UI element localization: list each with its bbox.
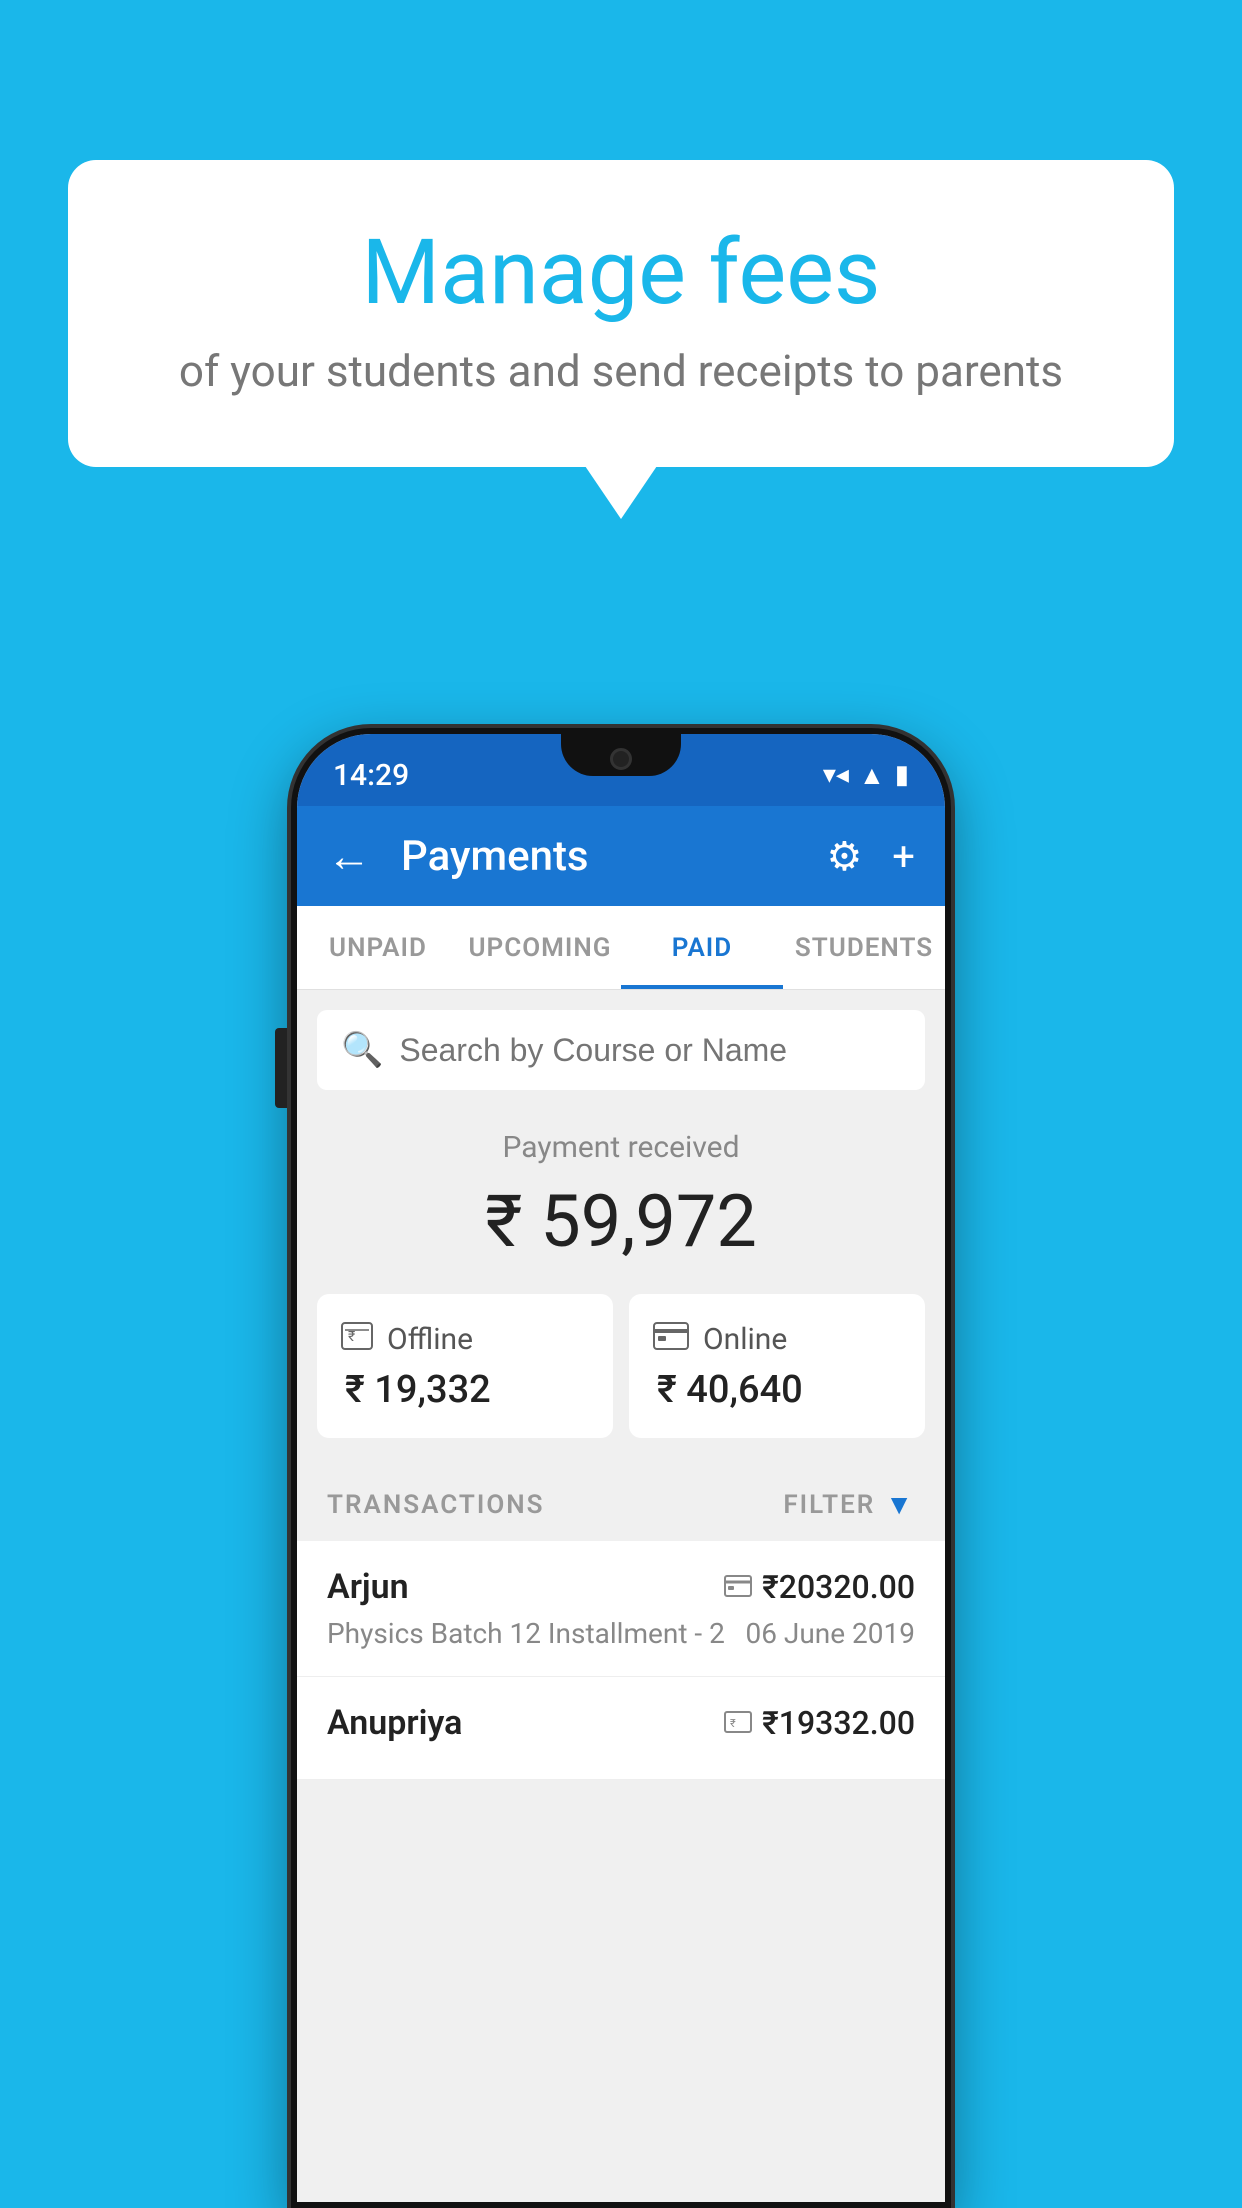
transactions-label: TRANSACTIONS: [327, 1490, 545, 1520]
filter-icon: ▼: [885, 1488, 915, 1521]
tab-students[interactable]: STUDENTS: [783, 906, 945, 989]
svg-text:₹: ₹: [730, 1717, 736, 1730]
online-label: Online: [703, 1322, 787, 1357]
search-bar[interactable]: 🔍: [317, 1010, 925, 1090]
bubble-subtitle: of your students and send receipts to pa…: [148, 345, 1094, 397]
battery-icon: ▮: [895, 760, 909, 790]
page-title: Payments: [401, 832, 796, 881]
table-row[interactable]: Arjun ₹20320.00: [297, 1541, 945, 1677]
speech-bubble: Manage fees of your students and send re…: [68, 160, 1174, 467]
svg-text:₹: ₹: [348, 1329, 355, 1345]
search-input[interactable]: [399, 1032, 901, 1069]
phone-frame: 14:29 ▾◂ ▲ ▮ ← Payments ⚙ + UNPAID: [291, 728, 951, 2208]
add-button[interactable]: +: [892, 833, 915, 880]
card-icon: [653, 1320, 689, 1358]
phone-screen: 14:29 ▾◂ ▲ ▮ ← Payments ⚙ + UNPAID: [297, 734, 945, 2202]
tab-unpaid[interactable]: UNPAID: [297, 906, 459, 989]
transaction-date: 06 June 2019: [745, 1617, 915, 1650]
table-row[interactable]: Anupriya ₹ ₹19332.00: [297, 1677, 945, 1780]
search-icon: 🔍: [341, 1030, 383, 1070]
online-amount: ₹ 40,640: [653, 1368, 901, 1412]
wifi-icon: ▾◂: [823, 760, 849, 790]
online-card: Online ₹ 40,640: [629, 1294, 925, 1438]
tabs: UNPAID UPCOMING PAID STUDENTS: [297, 906, 945, 990]
transactions-header: TRANSACTIONS FILTER ▼: [297, 1468, 945, 1541]
payment-received-label: Payment received: [317, 1130, 925, 1165]
offline-card: ₹ Offline ₹ 19,332: [317, 1294, 613, 1438]
cash-icon: ₹: [341, 1320, 373, 1358]
payment-summary: Payment received ₹ 59,972: [297, 1090, 945, 1294]
offline-amount: ₹ 19,332: [341, 1368, 589, 1412]
transaction-detail: Physics Batch 12 Installment - 2: [327, 1617, 725, 1650]
screen-content: ← Payments ⚙ + UNPAID UPCOMING PAID STUD…: [297, 806, 945, 2202]
tab-upcoming[interactable]: UPCOMING: [459, 906, 621, 989]
app-bar: ← Payments ⚙ +: [297, 806, 945, 906]
transaction-name: Anupriya: [327, 1703, 462, 1743]
filter-button[interactable]: FILTER ▼: [783, 1488, 915, 1521]
payment-cards: ₹ Offline ₹ 19,332: [297, 1294, 945, 1468]
front-camera: [610, 748, 632, 770]
status-time: 14:29: [333, 758, 409, 793]
main-content: 🔍 Payment received ₹ 59,972: [297, 990, 945, 2202]
status-icons: ▾◂ ▲ ▮: [823, 760, 909, 791]
transaction-amount: ₹19332.00: [762, 1704, 915, 1742]
transaction-amount: ₹20320.00: [762, 1568, 915, 1606]
payment-total-amount: ₹ 59,972: [317, 1179, 925, 1264]
offline-label: Offline: [387, 1322, 473, 1357]
signal-icon: ▲: [859, 760, 885, 791]
filter-label: FILTER: [783, 1490, 875, 1520]
bubble-title: Manage fees: [148, 220, 1094, 325]
transaction-name: Arjun: [327, 1567, 409, 1607]
tab-paid[interactable]: PAID: [621, 906, 783, 989]
notch: [561, 734, 681, 776]
settings-button[interactable]: ⚙: [826, 833, 862, 880]
transaction-payment-icon: ₹: [724, 1707, 752, 1740]
transaction-payment-icon: [724, 1571, 752, 1604]
back-button[interactable]: ←: [327, 830, 371, 882]
